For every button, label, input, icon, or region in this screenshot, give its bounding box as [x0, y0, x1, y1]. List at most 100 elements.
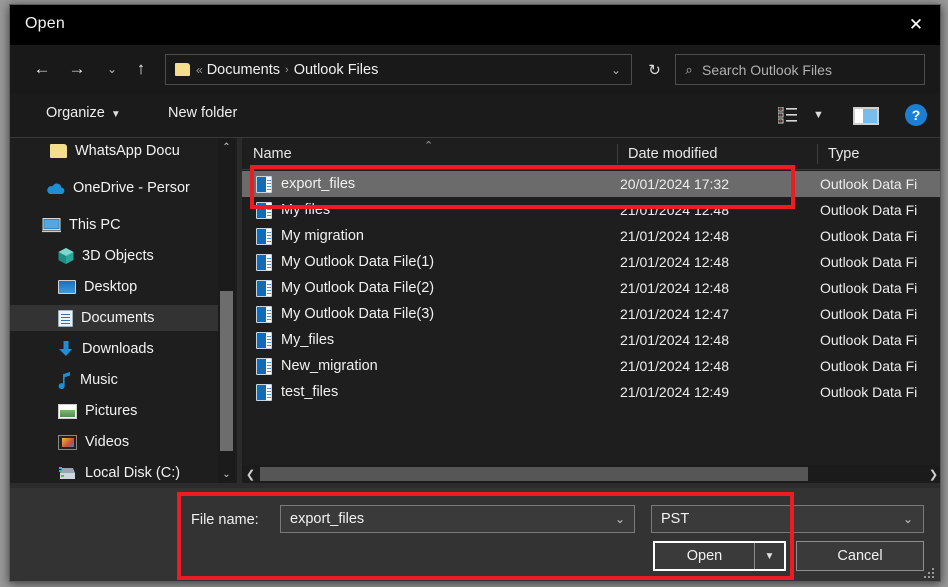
navigation-bar: ← → ⌄ ↑ « Documents › Outlook Files ⌄ ↻ … [10, 45, 940, 93]
cloud-icon [47, 183, 65, 194]
picture-icon [58, 403, 77, 419]
column-header-name[interactable]: Name [242, 138, 617, 170]
file-rows: export_files 20/01/2024 17:32 Outlook Da… [242, 171, 940, 405]
sidebar-item-label: Documents [81, 310, 155, 326]
table-row[interactable]: My migration 21/01/2024 12:48 Outlook Da… [242, 223, 940, 249]
sidebar-item-pictures[interactable]: Pictures [10, 398, 220, 424]
file-date: 21/01/2024 12:48 [620, 358, 729, 374]
new-folder-button[interactable]: New folder [168, 105, 237, 121]
organize-label: Organize [46, 105, 105, 121]
chevron-down-icon[interactable]: ▼ [813, 109, 824, 121]
forward-icon[interactable]: → [62, 53, 92, 85]
sidebar-scrollbar[interactable]: ⌃ ⌄ [218, 138, 235, 483]
breadcrumb-item-outlook-files[interactable]: Outlook Files [294, 62, 379, 78]
open-button[interactable]: Open ▼ [653, 541, 786, 571]
help-icon[interactable]: ? [905, 104, 927, 126]
file-name-input[interactable]: export_files ⌄ [280, 505, 635, 533]
scrollbar-thumb[interactable] [260, 467, 808, 481]
table-row[interactable]: My_files 21/01/2024 12:48 Outlook Data F… [242, 327, 940, 353]
close-icon[interactable]: ✕ [892, 5, 940, 45]
refresh-icon[interactable]: ↻ [639, 54, 670, 85]
file-name: My_files [281, 332, 335, 348]
column-header-date-modified[interactable]: Date modified [617, 138, 817, 170]
file-type: Outlook Data Fi [820, 384, 918, 400]
chevron-down-icon[interactable]: ⌄ [903, 512, 923, 526]
scroll-left-icon[interactable]: ❮ [242, 465, 259, 483]
sidebar-item-whatsapp-documents[interactable]: WhatsApp Docu [10, 138, 220, 164]
sidebar-item-downloads[interactable]: Downloads [10, 336, 220, 362]
up-icon[interactable]: ↑ [126, 53, 156, 85]
sidebar-item-onedrive[interactable]: OneDrive - Persor [10, 175, 220, 201]
file-date: 21/01/2024 12:48 [620, 332, 729, 348]
sidebar-item-label: Local Disk (C:) [85, 465, 181, 481]
view-list-icon[interactable] [778, 107, 798, 124]
outlook-data-file-icon [256, 279, 272, 297]
organize-button[interactable]: Organize ▼ [46, 105, 121, 121]
search-icon: ⌕ [685, 61, 693, 77]
sidebar-item-documents[interactable]: Documents [10, 305, 220, 331]
file-name: My files [281, 202, 331, 218]
folder-icon [175, 63, 190, 76]
open-file-dialog: Open ✕ ← → ⌄ ↑ « Documents › Outlook Fil… [9, 4, 941, 582]
recent-locations-icon[interactable]: ⌄ [97, 53, 127, 85]
sidebar-item-this-pc[interactable]: This PC [10, 212, 220, 238]
sidebar-item-local-disk-c[interactable]: Local Disk (C:) [10, 460, 220, 483]
back-icon[interactable]: ← [27, 53, 57, 85]
document-icon [58, 309, 73, 327]
table-row[interactable]: test_files 21/01/2024 12:49 Outlook Data… [242, 379, 940, 405]
file-type-dropdown[interactable]: PST ⌄ [651, 505, 924, 533]
table-row[interactable]: export_files 20/01/2024 17:32 Outlook Da… [242, 171, 940, 197]
table-row[interactable]: My files 21/01/2024 12:48 Outlook Data F… [242, 197, 940, 223]
scrollbar-thumb[interactable] [220, 291, 233, 451]
file-name: My Outlook Data File(1) [281, 254, 435, 270]
sidebar-item-label: Videos [85, 434, 130, 450]
file-type: Outlook Data Fi [820, 358, 918, 374]
resize-grip-icon[interactable] [923, 567, 934, 578]
folder-icon [50, 144, 67, 158]
table-row[interactable]: My Outlook Data File(3) 21/01/2024 12:47… [242, 301, 940, 327]
breadcrumb-overflow-icon[interactable]: « [190, 63, 207, 77]
outlook-data-file-icon [256, 227, 272, 245]
dialog-title: Open [25, 15, 65, 32]
file-name: My Outlook Data File(3) [281, 306, 435, 322]
open-dropdown-caret-icon[interactable]: ▼ [754, 543, 784, 569]
table-row[interactable]: My Outlook Data File(1) 21/01/2024 12:48… [242, 249, 940, 275]
search-input[interactable]: ⌕ Search Outlook Files [675, 54, 925, 85]
table-row[interactable]: My Outlook Data File(2) 21/01/2024 12:48… [242, 275, 940, 301]
outlook-data-file-icon [256, 357, 272, 375]
breadcrumb[interactable]: « Documents › Outlook Files ⌄ [165, 54, 632, 85]
file-list-horizontal-scrollbar[interactable]: ❮ ❯ [242, 465, 940, 483]
file-name: My migration [281, 228, 364, 244]
cube-icon [58, 248, 74, 264]
sidebar-item-desktop[interactable]: Desktop [10, 274, 220, 300]
file-type: Outlook Data Fi [820, 228, 918, 244]
file-name-value: export_files [290, 511, 365, 527]
file-type: Outlook Data Fi [820, 254, 918, 270]
title-bar: Open ✕ [10, 5, 940, 45]
scroll-down-icon[interactable]: ⌄ [218, 465, 235, 483]
preview-pane-icon[interactable] [853, 107, 879, 125]
outlook-data-file-icon [256, 305, 272, 323]
file-date: 21/01/2024 12:48 [620, 202, 729, 218]
file-type: Outlook Data Fi [820, 280, 918, 296]
file-type: Outlook Data Fi [820, 176, 918, 192]
search-placeholder: Search Outlook Files [702, 61, 832, 78]
sidebar-item-3d-objects[interactable]: 3D Objects [10, 243, 220, 269]
breadcrumb-item-documents[interactable]: Documents [207, 62, 280, 78]
video-icon [58, 434, 77, 450]
chevron-down-icon[interactable]: ⌄ [615, 512, 634, 526]
cancel-button[interactable]: Cancel [796, 541, 924, 571]
scroll-up-icon[interactable]: ⌃ [218, 138, 235, 156]
sidebar-item-videos[interactable]: Videos [10, 429, 220, 455]
sidebar-item-label: Downloads [82, 341, 154, 357]
file-type: Outlook Data Fi [820, 306, 918, 322]
navigation-pane: WhatsApp Docu OneDrive - Persor This PC … [10, 138, 237, 483]
column-header-type[interactable]: Type [817, 138, 940, 170]
chevron-down-icon[interactable]: ⌄ [611, 63, 631, 77]
file-name: export_files [281, 176, 356, 192]
table-row[interactable]: New_migration 21/01/2024 12:48 Outlook D… [242, 353, 940, 379]
scroll-right-icon[interactable]: ❯ [925, 465, 940, 483]
sidebar-item-music[interactable]: Music [10, 367, 220, 393]
file-date: 20/01/2024 17:32 [620, 176, 729, 192]
file-date: 21/01/2024 12:47 [620, 306, 729, 322]
